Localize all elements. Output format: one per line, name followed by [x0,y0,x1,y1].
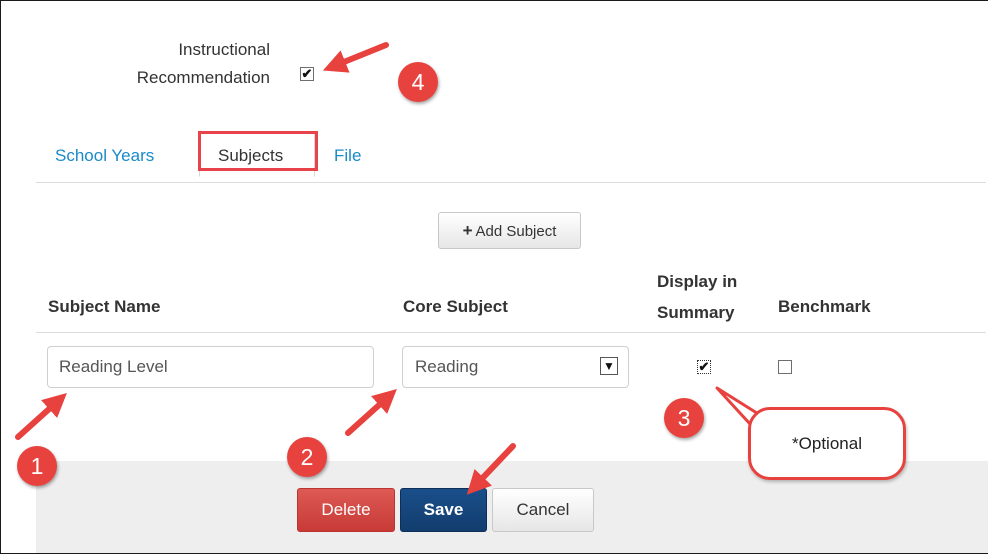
optional-callout: *Optional [748,407,906,480]
header-benchmark: Benchmark [778,297,871,316]
label-line-1: Instructional [178,40,270,59]
label-line-2: Recommendation [136,68,270,87]
core-subject-select[interactable]: Reading ▼ [402,346,629,388]
tab-file[interactable]: File [334,146,361,166]
chevron-down-icon: ▼ [600,357,618,375]
header-display-line-2: Summary [657,303,735,322]
save-button[interactable]: Save [400,488,487,532]
instructional-recommendation-label: Instructional Recommendation [70,36,270,92]
header-display-line-1: Display in [657,272,738,291]
cancel-button[interactable]: Cancel [492,488,594,532]
delete-button[interactable]: Delete [297,488,395,532]
badge-3: 3 [664,398,704,438]
core-subject-value: Reading [415,357,479,376]
display-in-summary-checkbox[interactable]: ✔ [697,360,711,374]
header-divider [36,332,986,333]
benchmark-checkbox[interactable] [778,360,792,374]
badge-4: 4 [398,62,438,102]
tab-school-years[interactable]: School Years [55,146,154,166]
instructional-recommendation-checkbox[interactable]: ✔ [300,67,314,81]
header-core-subject: Core Subject [403,297,508,316]
plus-icon: + [462,221,473,240]
add-subject-button[interactable]: + Add Subject [438,212,581,249]
header-display-in-summary: Display in Summary [657,266,737,328]
add-subject-label: Add Subject [475,223,557,240]
header-subject-name: Subject Name [48,297,161,316]
tab-divider [36,182,986,183]
subjects-highlight-box [198,131,318,171]
badge-2: 2 [287,437,327,477]
subject-name-input[interactable]: Reading Level [47,346,374,388]
badge-1: 1 [17,446,57,486]
